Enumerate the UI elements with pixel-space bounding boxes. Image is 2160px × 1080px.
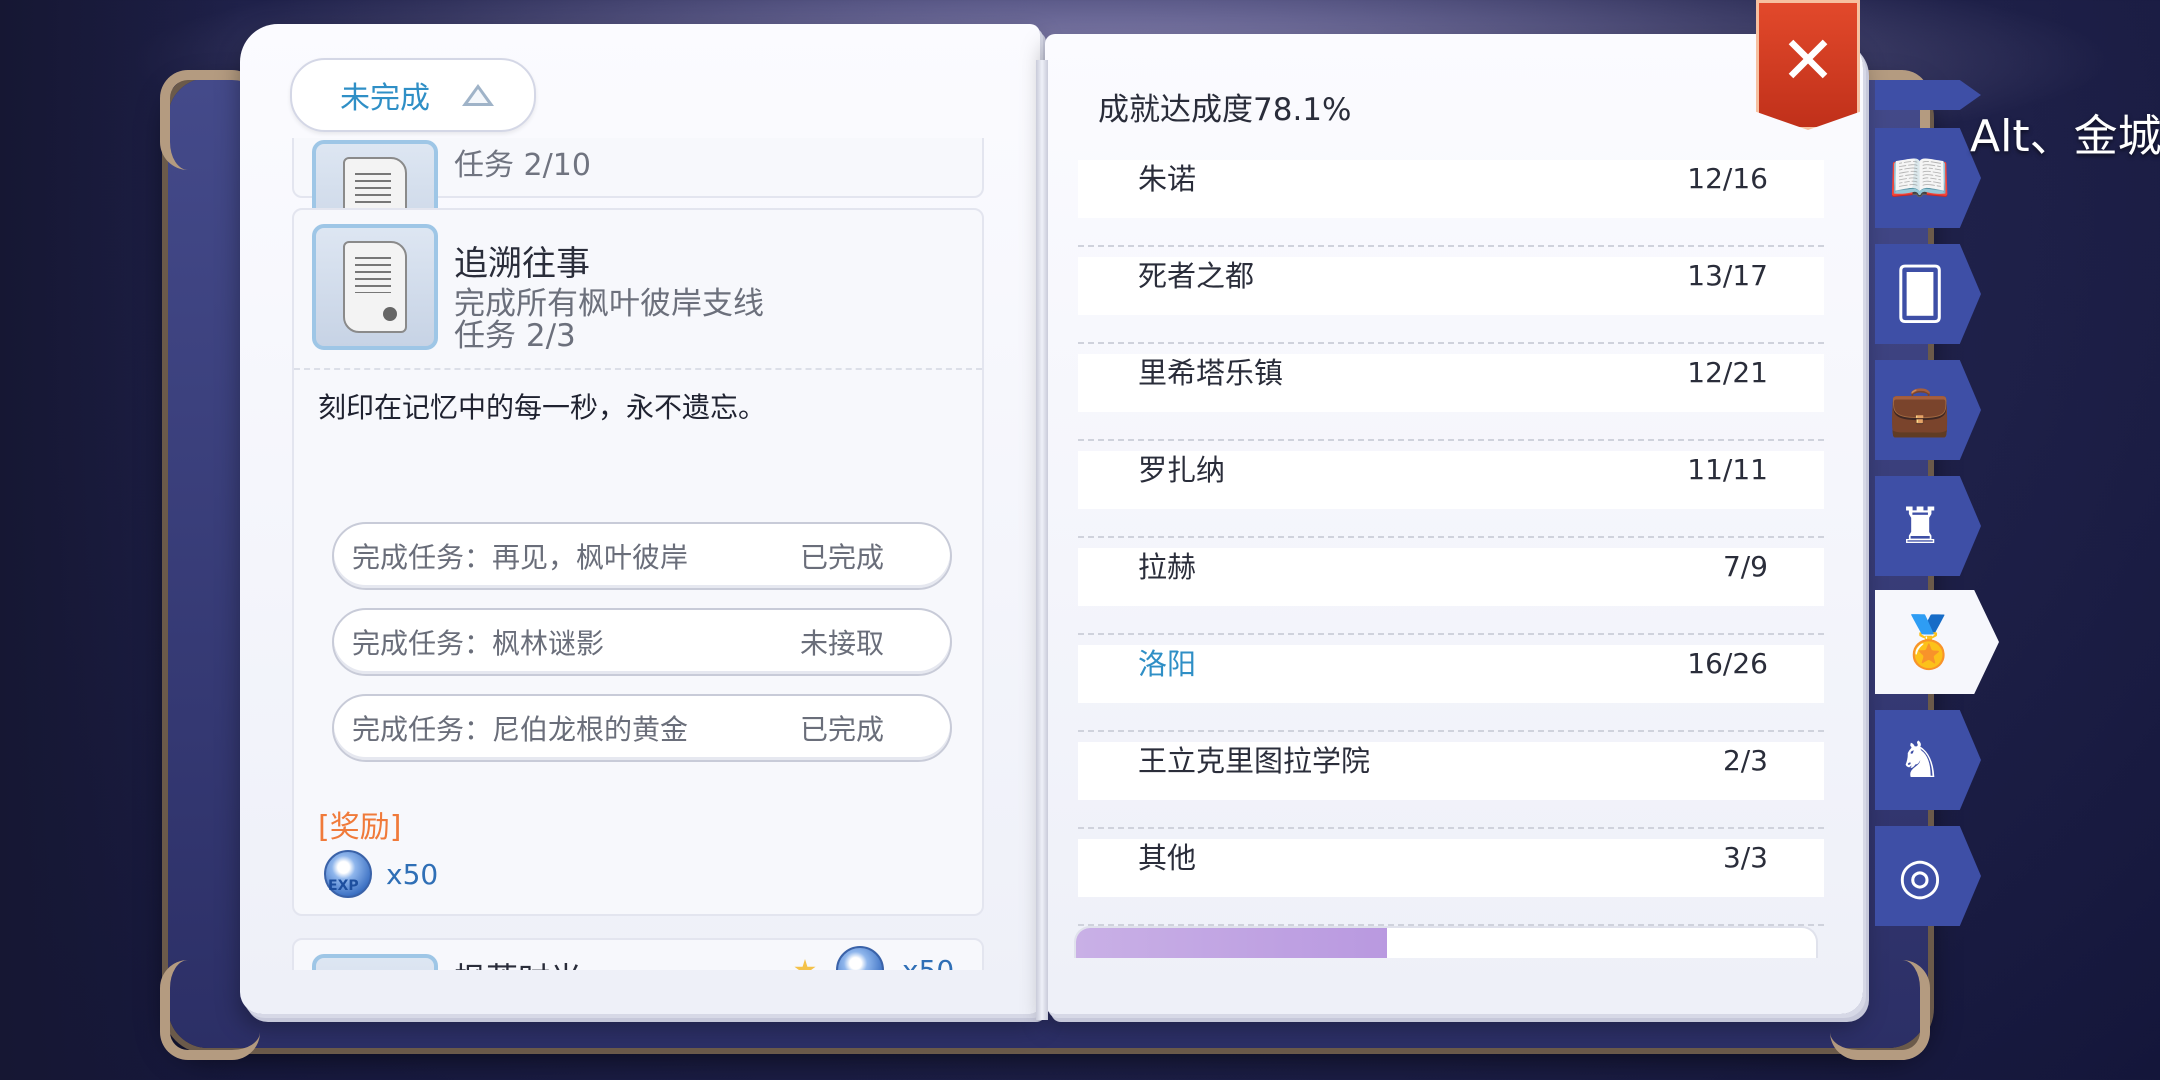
reward-quantity: x50 <box>902 953 955 971</box>
task-item[interactable]: 完成任务：尼伯龙根的黄金 已完成 <box>332 694 952 762</box>
completion-rate: 成就达成度78.1% <box>1098 92 1352 128</box>
side-tab-horse[interactable]: ♞ <box>1875 710 1981 810</box>
book-spine <box>1036 60 1048 1020</box>
reward-item: x50 <box>794 946 954 970</box>
achievement-icon <box>312 224 438 350</box>
gauge-icon: ◎ <box>1898 847 1942 905</box>
divider <box>294 368 982 370</box>
achievement-title: 追溯往事 <box>454 244 590 284</box>
filter-label: 未完成 <box>340 81 430 116</box>
progress-fill <box>1076 928 1387 958</box>
region-row[interactable]: 死者之都 13/17 <box>1078 247 1824 344</box>
region-count: 11/11 <box>1687 453 1768 486</box>
side-tab-throne[interactable]: ♜ <box>1875 476 1981 576</box>
reward-label: [奖励] <box>318 810 402 845</box>
region-count: 7/9 <box>1722 550 1768 583</box>
close-icon: ✕ <box>1780 22 1836 99</box>
region-row[interactable]: 王立克里图拉学院 2/3 <box>1078 732 1824 829</box>
close-button[interactable]: ✕ <box>1756 0 1860 130</box>
region-list[interactable]: 朱诺 12/16 死者之都 13/17 里希塔乐镇 12/21 罗扎纳 11/1… <box>1078 150 1824 926</box>
side-tab-achievement[interactable]: 🏅 <box>1875 590 1999 694</box>
task-item[interactable]: 完成任务：枫林谜影 未接取 <box>332 608 952 676</box>
achievement-description-line: 完成所有枫叶彼岸支线 <box>454 286 764 322</box>
achievement-card[interactable]: 枫落时光 x50 <box>292 938 984 970</box>
region-count: 3/3 <box>1722 841 1768 874</box>
achievement-progress: 任务 2/10 <box>454 148 591 183</box>
task-name: 完成任务：再见，枫叶彼岸 <box>352 541 689 574</box>
region-count: 2/3 <box>1722 744 1768 777</box>
region-row[interactable]: 里希塔乐镇 12/21 <box>1078 344 1824 441</box>
region-count: 12/21 <box>1687 356 1768 389</box>
throne-icon: ♜ <box>1897 497 1943 555</box>
scroll-icon <box>343 241 407 333</box>
achievement-title: 枫落时光 <box>454 954 582 970</box>
side-tab[interactable] <box>1875 80 1981 110</box>
side-tab-briefcase[interactable]: 💼 <box>1875 360 1981 460</box>
region-name: 王立克里图拉学院 <box>1138 744 1371 778</box>
region-name: 死者之都 <box>1138 259 1255 293</box>
briefcase-icon: 💼 <box>1888 381 1952 439</box>
region-count: 13/17 <box>1687 259 1768 292</box>
region-row[interactable]: 其他 3/3 <box>1078 829 1824 926</box>
task-status: 已完成 <box>800 713 885 746</box>
region-name: 其他 <box>1138 841 1197 875</box>
rocking-horse-icon: ♞ <box>1897 731 1943 789</box>
task-status: 已完成 <box>800 541 885 574</box>
side-tab-book[interactable]: 📖 <box>1875 128 1981 228</box>
achievement-description: 完成所有枫叶彼岸支线 任务 2/3 <box>454 288 954 352</box>
region-row[interactable]: 罗扎纳 11/11 <box>1078 441 1824 538</box>
achievement-list[interactable]: 任务 2/10 追溯往事 完成所有枫叶彼岸支线 任务 2/3 刻印在记忆中的每一… <box>272 138 1004 970</box>
task-name: 完成任务：枫林谜影 <box>352 627 605 660</box>
book-icon: 📖 <box>1888 149 1952 207</box>
region-name: 罗扎纳 <box>1138 453 1226 487</box>
exp-icon <box>836 946 884 970</box>
region-name: 朱诺 <box>1138 162 1197 196</box>
region-name: 洛阳 <box>1138 647 1197 681</box>
side-tab-card[interactable]: 🂠 <box>1875 244 1981 344</box>
region-name: 里希塔乐镇 <box>1138 356 1284 390</box>
region-row-selected[interactable]: 洛阳 16/26 <box>1078 635 1824 732</box>
region-count: 12/16 <box>1687 162 1768 195</box>
task-item[interactable]: 完成任务：再见，枫叶彼岸 已完成 <box>332 522 952 590</box>
achievement-card-expanded[interactable]: 追溯往事 完成所有枫叶彼岸支线 任务 2/3 刻印在记忆中的每一秒，永不遗忘。 … <box>292 208 984 916</box>
task-name: 完成任务：尼伯龙根的黄金 <box>352 713 689 746</box>
star-icon <box>794 959 816 970</box>
reward-quantity: x50 <box>386 857 439 891</box>
region-count: 16/26 <box>1687 647 1768 680</box>
region-row[interactable]: 朱诺 12/16 <box>1078 150 1824 247</box>
reward-item[interactable]: x50 <box>324 850 438 898</box>
achievement-card[interactable]: 任务 2/10 <box>292 138 984 266</box>
achievement-icon <box>312 954 438 970</box>
progress-bar <box>1074 926 1818 958</box>
caret-up-icon <box>462 84 494 106</box>
exp-icon <box>324 850 372 898</box>
card-icon: 🂠 <box>1894 265 1946 323</box>
region-row[interactable]: 拉赫 7/9 <box>1078 538 1824 635</box>
task-status: 未接取 <box>800 627 885 660</box>
background-overlay-text: Alt、金城 <box>1970 111 2160 162</box>
region-name: 拉赫 <box>1138 550 1197 584</box>
side-tab-gauge[interactable]: ◎ <box>1875 826 1981 926</box>
medal-icon: 🏅 <box>1897 613 1961 671</box>
achievement-progress: 任务 2/3 <box>454 318 576 354</box>
filter-dropdown[interactable]: 未完成 <box>290 58 536 132</box>
achievement-flavor-text: 刻印在记忆中的每一秒，永不遗忘。 <box>318 391 767 424</box>
